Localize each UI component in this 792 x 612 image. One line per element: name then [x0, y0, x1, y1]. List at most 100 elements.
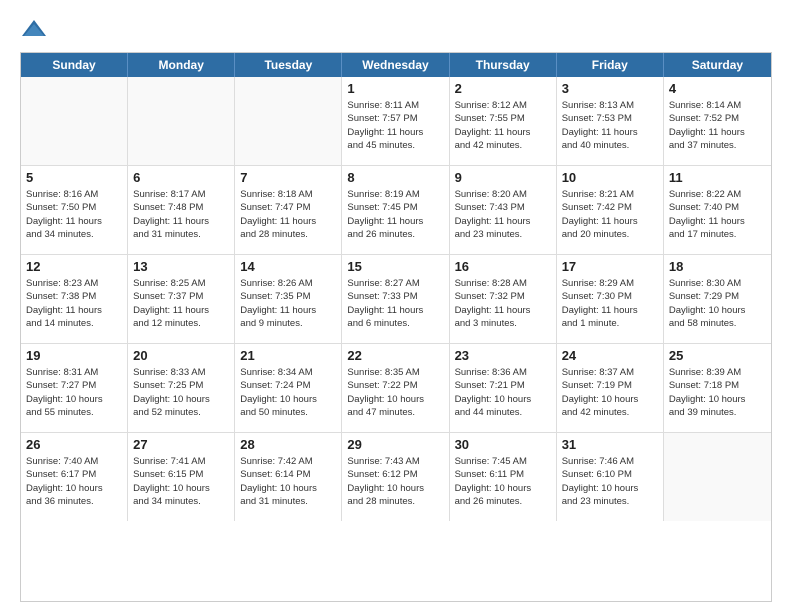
- cell-info: Sunrise: 7:40 AMSunset: 6:17 PMDaylight:…: [26, 455, 122, 508]
- day-number: 23: [455, 348, 551, 363]
- cell-info: Sunrise: 8:36 AMSunset: 7:21 PMDaylight:…: [455, 366, 551, 419]
- day-number: 1: [347, 81, 443, 96]
- calendar-cell: 13Sunrise: 8:25 AMSunset: 7:37 PMDayligh…: [128, 255, 235, 343]
- day-number: 6: [133, 170, 229, 185]
- day-number: 20: [133, 348, 229, 363]
- calendar-cell: 23 Sunrise: 8:36 AMSunset: 7:21 PMDayligh…: [450, 344, 557, 432]
- cell-info: Sunrise: 8:39 AMSunset: 7:18 PMDaylight:…: [669, 366, 766, 419]
- day-number: 30: [455, 437, 551, 452]
- weekday-header: Monday: [128, 53, 235, 77]
- cell-info: Sunrise: 7:46 AMSunset: 6:10 PMDaylight:…: [562, 455, 658, 508]
- calendar-week: 19 Sunrise: 8:31 AMSunset: 7:27 PMDayligh…: [21, 344, 771, 433]
- calendar-cell: 14Sunrise: 8:26 AMSunset: 7:35 PMDayligh…: [235, 255, 342, 343]
- day-number: 9: [455, 170, 551, 185]
- day-number: 2: [455, 81, 551, 96]
- day-number: 19: [26, 348, 122, 363]
- calendar-cell: 31 Sunrise: 7:46 AMSunset: 6:10 PMDayligh…: [557, 433, 664, 521]
- cell-info: Sunrise: 8:34 AMSunset: 7:24 PMDaylight:…: [240, 366, 336, 419]
- cell-info: Sunrise: 7:45 AMSunset: 6:11 PMDaylight:…: [455, 455, 551, 508]
- calendar-cell: 22 Sunrise: 8:35 AMSunset: 7:22 PMDayligh…: [342, 344, 449, 432]
- cell-info: Sunrise: 8:37 AMSunset: 7:19 PMDaylight:…: [562, 366, 658, 419]
- cell-info: Sunrise: 7:43 AMSunset: 6:12 PMDaylight:…: [347, 455, 443, 508]
- calendar-cell: 28 Sunrise: 7:42 AMSunset: 6:14 PMDayligh…: [235, 433, 342, 521]
- cell-info: Sunrise: 8:26 AMSunset: 7:35 PMDaylight:…: [240, 277, 336, 330]
- cell-info: Sunrise: 8:30 AMSunset: 7:29 PMDaylight:…: [669, 277, 766, 330]
- weekday-header: Tuesday: [235, 53, 342, 77]
- calendar-cell: 27Sunrise: 7:41 AMSunset: 6:15 PMDayligh…: [128, 433, 235, 521]
- calendar-cell: 3Sunrise: 8:13 AMSunset: 7:53 PMDaylight…: [557, 77, 664, 165]
- day-number: 27: [133, 437, 229, 452]
- calendar: SundayMondayTuesdayWednesdayThursdayFrid…: [20, 52, 772, 602]
- cell-info: Sunrise: 8:35 AMSunset: 7:22 PMDaylight:…: [347, 366, 443, 419]
- cell-info: Sunrise: 8:14 AMSunset: 7:52 PMDaylight:…: [669, 99, 766, 152]
- day-number: 17: [562, 259, 658, 274]
- day-number: 16: [455, 259, 551, 274]
- day-number: 12: [26, 259, 122, 274]
- cell-info: Sunrise: 8:27 AMSunset: 7:33 PMDaylight:…: [347, 277, 443, 330]
- calendar-cell: 6 Sunrise: 8:17 AMSunset: 7:48 PMDaylight…: [128, 166, 235, 254]
- calendar-cell: [235, 77, 342, 165]
- header: [20, 16, 772, 44]
- calendar-week: 26Sunrise: 7:40 AMSunset: 6:17 PMDayligh…: [21, 433, 771, 521]
- cell-info: Sunrise: 8:31 AMSunset: 7:27 PMDaylight:…: [26, 366, 122, 419]
- calendar-week: 5Sunrise: 8:16 AMSunset: 7:50 PMDaylight…: [21, 166, 771, 255]
- weekday-header: Thursday: [450, 53, 557, 77]
- day-number: 21: [240, 348, 336, 363]
- calendar-cell: 8 Sunrise: 8:19 AMSunset: 7:45 PMDaylight…: [342, 166, 449, 254]
- cell-info: Sunrise: 8:11 AMSunset: 7:57 PMDaylight:…: [347, 99, 443, 152]
- day-number: 22: [347, 348, 443, 363]
- day-number: 18: [669, 259, 766, 274]
- day-number: 7: [240, 170, 336, 185]
- day-number: 25: [669, 348, 766, 363]
- calendar-cell: 4Sunrise: 8:14 AMSunset: 7:52 PMDaylight…: [664, 77, 771, 165]
- calendar-cell: 15 Sunrise: 8:27 AMSunset: 7:33 PMDayligh…: [342, 255, 449, 343]
- cell-info: Sunrise: 8:29 AMSunset: 7:30 PMDaylight:…: [562, 277, 658, 330]
- calendar-cell: 16 Sunrise: 8:28 AMSunset: 7:32 PMDayligh…: [450, 255, 557, 343]
- calendar-week: 1 Sunrise: 8:11 AMSunset: 7:57 PMDaylight…: [21, 77, 771, 166]
- calendar-cell: 30 Sunrise: 7:45 AMSunset: 6:11 PMDayligh…: [450, 433, 557, 521]
- cell-info: Sunrise: 8:12 AMSunset: 7:55 PMDaylight:…: [455, 99, 551, 152]
- calendar-cell: 1 Sunrise: 8:11 AMSunset: 7:57 PMDaylight…: [342, 77, 449, 165]
- day-number: 8: [347, 170, 443, 185]
- calendar-cell: 7 Sunrise: 8:18 AMSunset: 7:47 PMDaylight…: [235, 166, 342, 254]
- cell-info: Sunrise: 7:42 AMSunset: 6:14 PMDaylight:…: [240, 455, 336, 508]
- cell-info: Sunrise: 8:22 AMSunset: 7:40 PMDaylight:…: [669, 188, 766, 241]
- calendar-cell: [21, 77, 128, 165]
- calendar-cell: 9Sunrise: 8:20 AMSunset: 7:43 PMDaylight…: [450, 166, 557, 254]
- calendar-cell: 20 Sunrise: 8:33 AMSunset: 7:25 PMDayligh…: [128, 344, 235, 432]
- calendar-cell: 5Sunrise: 8:16 AMSunset: 7:50 PMDaylight…: [21, 166, 128, 254]
- calendar-cell: [128, 77, 235, 165]
- calendar-cell: [664, 433, 771, 521]
- weekday-header: Saturday: [664, 53, 771, 77]
- calendar-cell: 19 Sunrise: 8:31 AMSunset: 7:27 PMDayligh…: [21, 344, 128, 432]
- calendar-body: 1 Sunrise: 8:11 AMSunset: 7:57 PMDaylight…: [21, 77, 771, 521]
- calendar-cell: 17 Sunrise: 8:29 AMSunset: 7:30 PMDayligh…: [557, 255, 664, 343]
- cell-info: Sunrise: 8:18 AMSunset: 7:47 PMDaylight:…: [240, 188, 336, 241]
- cell-info: Sunrise: 8:19 AMSunset: 7:45 PMDaylight:…: [347, 188, 443, 241]
- day-number: 28: [240, 437, 336, 452]
- calendar-cell: 11Sunrise: 8:22 AMSunset: 7:40 PMDayligh…: [664, 166, 771, 254]
- logo-icon: [20, 16, 48, 44]
- day-number: 13: [133, 259, 229, 274]
- day-number: 5: [26, 170, 122, 185]
- cell-info: Sunrise: 8:17 AMSunset: 7:48 PMDaylight:…: [133, 188, 229, 241]
- logo: [20, 16, 52, 44]
- cell-info: Sunrise: 8:33 AMSunset: 7:25 PMDaylight:…: [133, 366, 229, 419]
- calendar-cell: 29Sunrise: 7:43 AMSunset: 6:12 PMDayligh…: [342, 433, 449, 521]
- calendar-cell: 26Sunrise: 7:40 AMSunset: 6:17 PMDayligh…: [21, 433, 128, 521]
- calendar-cell: 25 Sunrise: 8:39 AMSunset: 7:18 PMDayligh…: [664, 344, 771, 432]
- weekday-header: Sunday: [21, 53, 128, 77]
- calendar-cell: 12 Sunrise: 8:23 AMSunset: 7:38 PMDayligh…: [21, 255, 128, 343]
- calendar-cell: 21 Sunrise: 8:34 AMSunset: 7:24 PMDayligh…: [235, 344, 342, 432]
- cell-info: Sunrise: 8:28 AMSunset: 7:32 PMDaylight:…: [455, 277, 551, 330]
- day-number: 31: [562, 437, 658, 452]
- calendar-cell: 18 Sunrise: 8:30 AMSunset: 7:29 PMDayligh…: [664, 255, 771, 343]
- day-number: 3: [562, 81, 658, 96]
- day-number: 15: [347, 259, 443, 274]
- day-number: 24: [562, 348, 658, 363]
- page: SundayMondayTuesdayWednesdayThursdayFrid…: [0, 0, 792, 612]
- weekday-header: Friday: [557, 53, 664, 77]
- calendar-cell: 2 Sunrise: 8:12 AMSunset: 7:55 PMDaylight…: [450, 77, 557, 165]
- cell-info: Sunrise: 8:23 AMSunset: 7:38 PMDaylight:…: [26, 277, 122, 330]
- calendar-header: SundayMondayTuesdayWednesdayThursdayFrid…: [21, 53, 771, 77]
